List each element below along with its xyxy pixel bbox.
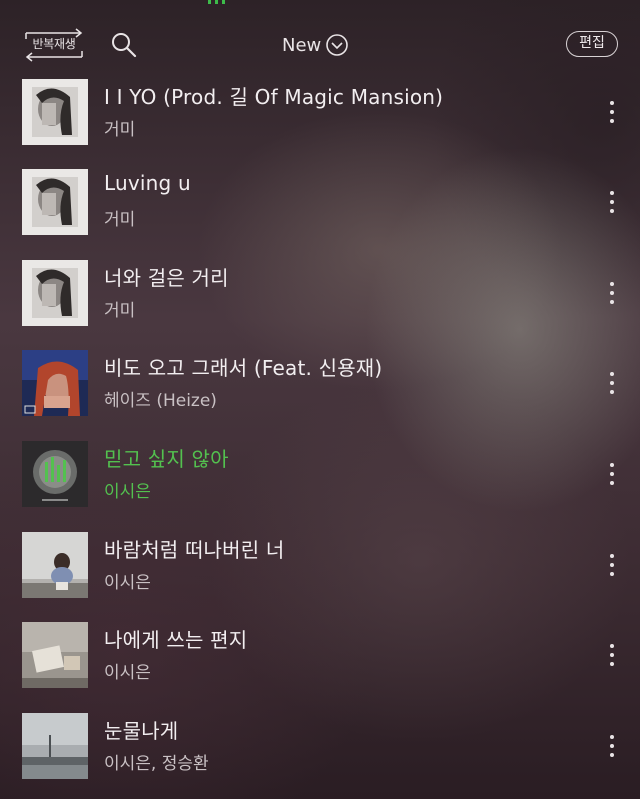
song-title: 너와 걸은 거리 [104, 266, 229, 290]
more-vertical-icon[interactable] [607, 282, 617, 306]
more-vertical-icon[interactable] [607, 463, 617, 487]
song-row[interactable]: I I YO (Prod. 길 Of Magic Mansion) 거미 [0, 79, 640, 147]
chevron-down-circle-icon [326, 34, 349, 56]
album-art [22, 713, 88, 779]
sort-selector[interactable]: New [282, 31, 349, 59]
song-title: 믿고 싶지 않아 [104, 447, 229, 471]
header-bar: 반복재생 New 편집 [0, 0, 640, 82]
album-art [22, 79, 88, 145]
song-artist: 헤이즈 (Heize) [104, 391, 217, 411]
song-title: 바람처럼 떠나버린 너 [104, 538, 285, 562]
now-playing-indicator [208, 0, 228, 4]
song-artist: 이시은 [104, 482, 151, 502]
more-vertical-icon[interactable] [607, 735, 617, 759]
album-art [22, 350, 88, 416]
song-title: 나에게 쓰는 편지 [104, 628, 248, 652]
more-vertical-icon[interactable] [607, 372, 617, 396]
song-artist: 이시은 [104, 573, 151, 593]
song-artist: 거미 [104, 301, 136, 321]
song-title: 눈물나게 [104, 719, 179, 743]
album-art [22, 169, 88, 235]
song-artist: 이시은 [104, 663, 151, 683]
album-art [22, 532, 88, 598]
sort-label: New [282, 34, 322, 56]
more-vertical-icon[interactable] [607, 191, 617, 215]
song-row[interactable]: 눈물나게 이시은, 정승환 [0, 713, 640, 781]
song-row[interactable]: 너와 걸은 거리 거미 [0, 260, 640, 328]
song-row[interactable]: 비도 오고 그래서 (Feat. 신용재) 헤이즈 (Heize) [0, 350, 640, 418]
song-row-now-playing[interactable]: 믿고 싶지 않아 이시은 [0, 441, 640, 509]
song-title: I I YO (Prod. 길 Of Magic Mansion) [104, 85, 444, 109]
song-title: Luving u [104, 171, 191, 195]
repeat-button[interactable]: 반복재생 [22, 27, 86, 63]
song-row[interactable]: 나에게 쓰는 편지 이시은 [0, 622, 640, 690]
song-row[interactable]: 바람처럼 떠나버린 너 이시은 [0, 532, 640, 600]
song-artist: 거미 [104, 120, 136, 140]
album-art [22, 260, 88, 326]
song-row[interactable]: Luving u 거미 [0, 169, 640, 237]
repeat-label: 반복재생 [32, 37, 76, 51]
more-vertical-icon[interactable] [607, 101, 617, 125]
song-artist: 거미 [104, 210, 136, 230]
edit-button[interactable]: 편집 [566, 31, 618, 57]
album-art [22, 622, 88, 688]
more-vertical-icon[interactable] [607, 644, 617, 668]
more-vertical-icon[interactable] [607, 554, 617, 578]
search-icon[interactable] [110, 31, 138, 59]
song-title: 비도 오고 그래서 (Feat. 신용재) [104, 356, 383, 380]
song-artist: 이시은, 정승환 [104, 754, 209, 774]
album-art [22, 441, 88, 507]
